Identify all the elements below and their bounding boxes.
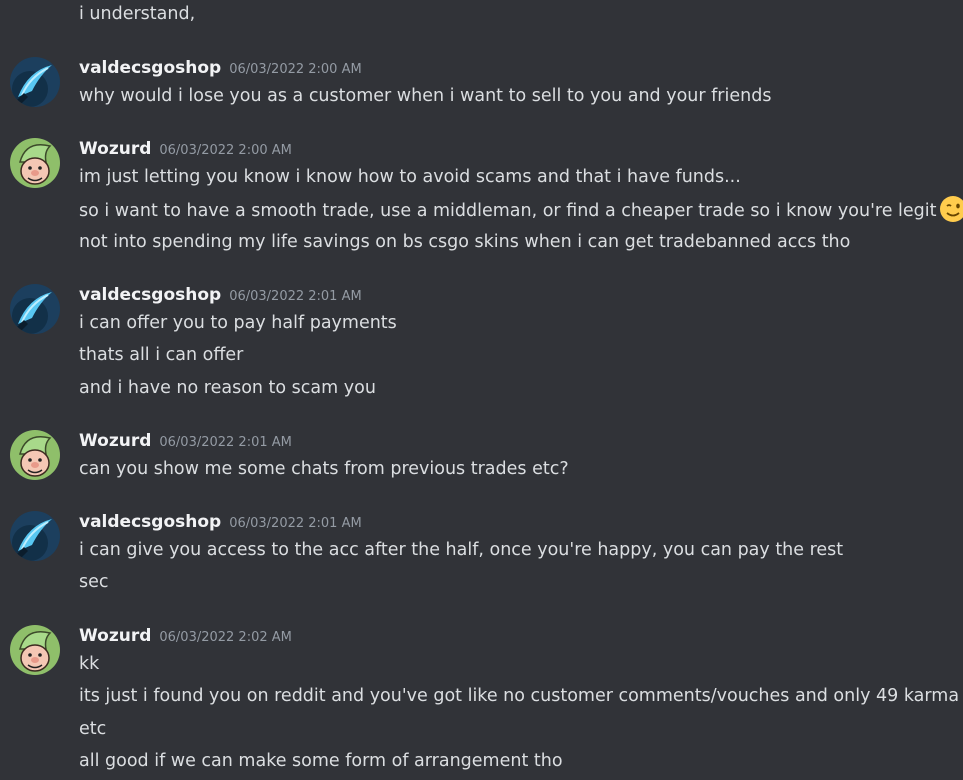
timestamp: 06/03/2022 2:00 AM <box>229 62 362 77</box>
knife-avatar[interactable] <box>10 511 60 561</box>
message-line: i understand, <box>79 4 196 24</box>
message-header: Wozurd 06/03/2022 2:00 AM <box>79 138 292 162</box>
message-line: its just i found you on reddit and you'v… <box>79 686 960 706</box>
message-text: so i want to have a smooth trade, use a … <box>79 201 937 221</box>
knife-avatar[interactable] <box>10 284 60 334</box>
username[interactable]: Wozurd <box>79 626 151 646</box>
username[interactable]: Wozurd <box>79 139 151 159</box>
message-header: valdecsgoshop 06/03/2022 2:01 AM <box>79 284 362 308</box>
winking-face-emoji <box>939 195 963 223</box>
knife-avatar[interactable] <box>10 57 60 107</box>
message-line: sec <box>79 572 109 592</box>
message-line: and i have no reason to scam you <box>79 378 376 398</box>
message-line: why would i lose you as a customer when … <box>79 86 772 106</box>
elf-avatar[interactable] <box>10 430 60 480</box>
username[interactable]: valdecsgoshop <box>79 58 221 78</box>
message-line: thats all i can offer <box>79 345 244 365</box>
message-line: can you show me some chats from previous… <box>79 459 569 479</box>
message-line: im just letting you know i know how to a… <box>79 167 741 187</box>
message-line: so i want to have a smooth trade, use a … <box>79 196 963 223</box>
elf-avatar[interactable] <box>10 625 60 675</box>
timestamp: 06/03/2022 2:01 AM <box>229 516 362 531</box>
username[interactable]: valdecsgoshop <box>79 512 221 532</box>
username[interactable]: Wozurd <box>79 431 151 451</box>
message-line: etc <box>79 719 107 739</box>
message-header: valdecsgoshop 06/03/2022 2:00 AM <box>79 57 362 81</box>
message-header: Wozurd 06/03/2022 2:01 AM <box>79 430 292 454</box>
timestamp: 06/03/2022 2:00 AM <box>159 143 292 158</box>
username[interactable]: valdecsgoshop <box>79 285 221 305</box>
message-line: kk <box>79 654 100 674</box>
message-line: all good if we can make some form of arr… <box>79 751 563 771</box>
timestamp: 06/03/2022 2:01 AM <box>229 289 362 304</box>
elf-avatar[interactable] <box>10 138 60 188</box>
message-line: i can give you access to the acc after t… <box>79 540 844 560</box>
timestamp: 06/03/2022 2:02 AM <box>159 630 292 645</box>
message-line: not into spending my life savings on bs … <box>79 232 851 252</box>
message-header: Wozurd 06/03/2022 2:02 AM <box>79 625 292 649</box>
message-line: i can offer you to pay half payments <box>79 313 397 333</box>
timestamp: 06/03/2022 2:01 AM <box>159 435 292 450</box>
message-header: valdecsgoshop 06/03/2022 2:01 AM <box>79 511 362 535</box>
